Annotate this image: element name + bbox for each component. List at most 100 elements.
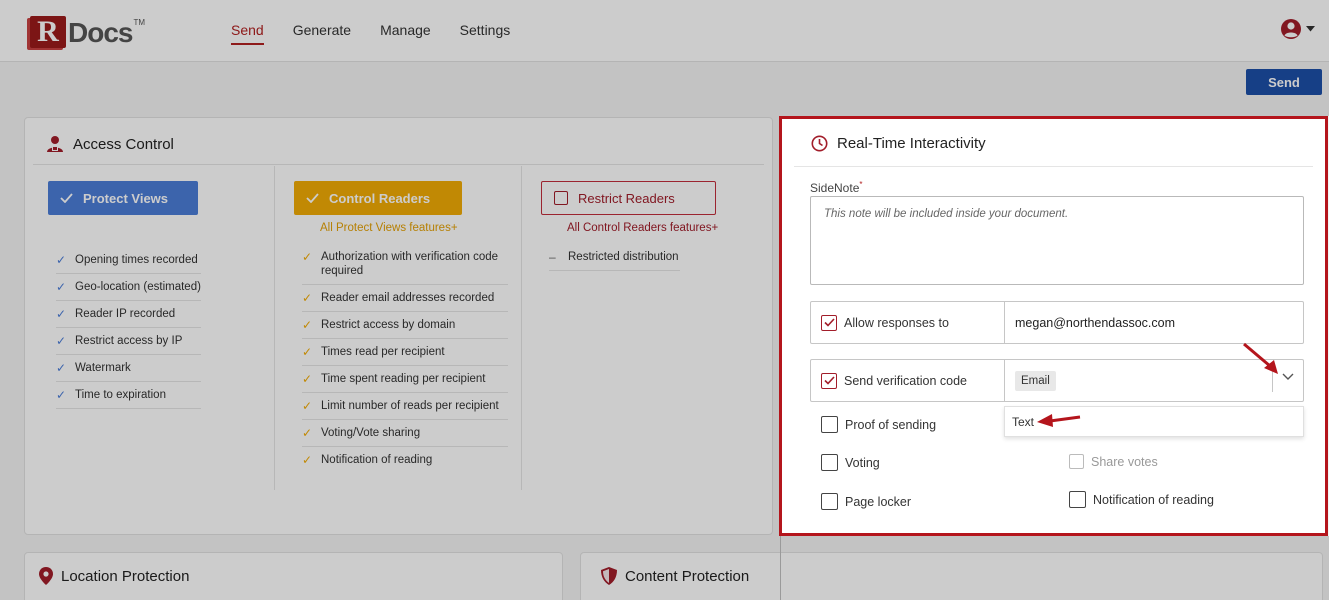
check-icon: ✓ xyxy=(56,388,67,402)
check-icon: ✓ xyxy=(302,453,313,467)
allow-responses-email-field[interactable]: megan@northendassoc.com xyxy=(1005,302,1303,343)
feature-label: Limit number of reads per recipient xyxy=(321,400,499,412)
location-protection-card: Location Protection xyxy=(24,552,563,600)
top-header: R Docs TM Send Generate Manage Settings xyxy=(0,0,1329,62)
send-button[interactable]: Send xyxy=(1246,69,1322,95)
allow-responses-email: megan@northendassoc.com xyxy=(1015,315,1175,330)
feature-item: ✓ Authorization with verification code re… xyxy=(302,244,508,285)
access-control-card: Access Control Protect Views Control Rea… xyxy=(24,117,773,535)
feature-item: ✓ Restrict access by domain xyxy=(302,312,508,339)
divider xyxy=(780,536,781,600)
checked-checkbox[interactable] xyxy=(821,372,837,389)
allow-responses-row: Allow responses to megan@northendassoc.c… xyxy=(810,301,1304,344)
voting-label: Voting xyxy=(845,455,880,470)
feature-item: ✓ Watermark xyxy=(56,355,201,382)
sidenote-textarea[interactable] xyxy=(810,196,1304,285)
feature-label: Time spent reading per recipient xyxy=(321,373,486,385)
checkbox[interactable] xyxy=(821,454,838,471)
logo-trademark: TM xyxy=(133,18,146,27)
divider xyxy=(33,164,764,165)
feature-label: Reader IP recorded xyxy=(75,308,176,320)
feature-label: Reader email addresses recorded xyxy=(321,292,495,304)
checkbox[interactable] xyxy=(821,493,838,510)
annotation-arrow-icon xyxy=(1243,342,1278,374)
check-icon: ✓ xyxy=(302,318,313,332)
proof-of-sending-option[interactable]: Proof of sending xyxy=(821,416,936,433)
sidenote-label: SideNote* xyxy=(810,180,863,195)
location-protection-title: Location Protection xyxy=(61,567,190,585)
page-locker-label: Page locker xyxy=(845,494,912,509)
check-icon: ✓ xyxy=(302,426,313,440)
location-protection-header: Location Protection xyxy=(39,567,189,585)
feature-label: Geo-location (estimated) xyxy=(75,281,201,293)
clock-icon xyxy=(811,135,828,152)
caret-down-icon xyxy=(1306,26,1315,32)
check-icon: ✓ xyxy=(302,399,313,413)
feature-item: ✓ Restrict access by IP xyxy=(56,328,201,355)
restrict-readers-label: Restrict Readers xyxy=(578,190,675,206)
check-icon xyxy=(823,318,835,327)
page-locker-option[interactable]: Page locker xyxy=(821,493,911,510)
main-nav: Send Generate Manage Settings xyxy=(231,22,510,45)
restrict-readers-button[interactable]: Restrict Readers xyxy=(541,181,716,215)
logo-r-mark: R xyxy=(30,15,66,48)
feature-item: ✓ Geo-location (estimated) xyxy=(56,274,201,301)
feature-item: ✓ Time spent reading per recipient xyxy=(302,366,508,393)
allow-responses-toggle[interactable]: Allow responses to xyxy=(811,302,1005,343)
feature-item: ✓ Opening times recorded xyxy=(56,247,201,274)
verification-code-row: Send verification code Email xyxy=(810,359,1304,402)
checkbox[interactable] xyxy=(1069,491,1086,508)
voting-option[interactable]: Voting xyxy=(821,454,880,471)
control-readers-label: Control Readers xyxy=(329,190,431,206)
checkbox[interactable] xyxy=(821,416,838,433)
control-readers-button[interactable]: Control Readers xyxy=(294,181,462,215)
rdocs-logo[interactable]: R Docs TM xyxy=(30,14,145,48)
share-votes-option: Share votes xyxy=(1069,454,1158,469)
allow-responses-label: Allow responses to xyxy=(844,315,949,330)
column-separator xyxy=(274,166,275,490)
feature-item: ✓ Notification of reading xyxy=(302,447,508,473)
control-readers-features: ✓ Authorization with verification code re… xyxy=(302,244,508,473)
feature-item: ✓ Time to expiration xyxy=(56,382,201,409)
feature-label: Restrict access by IP xyxy=(75,335,183,347)
feature-label: Restricted distribution xyxy=(568,251,679,263)
user-circle-icon xyxy=(1281,19,1301,39)
check-icon: ✓ xyxy=(56,253,67,267)
map-pin-icon xyxy=(39,567,53,585)
restrict-readers-features: – Restricted distribution xyxy=(549,244,680,271)
selected-method-chip: Email xyxy=(1015,370,1056,391)
feature-item: ✓ Times read per recipient xyxy=(302,339,508,366)
protect-views-button[interactable]: Protect Views xyxy=(48,181,198,215)
user-menu[interactable] xyxy=(1280,18,1315,40)
nav-generate[interactable]: Generate xyxy=(293,22,351,45)
nav-manage[interactable]: Manage xyxy=(380,22,431,45)
annotation-arrow-icon xyxy=(1037,414,1081,427)
checkbox-disabled xyxy=(1069,454,1084,469)
content-protection-header: Content Protection xyxy=(601,567,749,585)
logo-wordmark: Docs xyxy=(68,17,133,48)
feature-label: Time to expiration xyxy=(75,389,166,401)
check-icon: ✓ xyxy=(302,372,313,386)
check-icon: ✓ xyxy=(302,291,313,305)
notification-of-reading-option[interactable]: Notification of reading xyxy=(1069,491,1214,508)
empty-checkbox-icon xyxy=(554,191,568,205)
feature-item: – Restricted distribution xyxy=(549,244,680,271)
shield-icon xyxy=(601,567,617,585)
nav-settings[interactable]: Settings xyxy=(460,22,511,45)
check-icon: ✓ xyxy=(56,307,67,321)
divider xyxy=(794,166,1313,167)
check-icon: ✓ xyxy=(302,250,313,264)
feature-label: Voting/Vote sharing xyxy=(321,427,421,439)
content-protection-card: Content Protection xyxy=(580,552,1323,600)
checked-checkbox[interactable] xyxy=(821,314,837,331)
rti-header: Real-Time Interactivity xyxy=(811,135,986,152)
protect-views-label: Protect Views xyxy=(83,190,169,206)
dropdown-option-label: Text xyxy=(1012,414,1035,429)
nav-send[interactable]: Send xyxy=(231,22,264,45)
verification-code-toggle[interactable]: Send verification code xyxy=(811,360,1005,401)
share-votes-label: Share votes xyxy=(1091,454,1158,469)
protect-views-features: ✓ Opening times recorded ✓ Geo-location (e… xyxy=(56,247,201,409)
feature-label: Restrict access by domain xyxy=(321,319,456,331)
proof-of-sending-label: Proof of sending xyxy=(845,417,937,432)
feature-label: Authorization with verification code req… xyxy=(321,251,499,277)
